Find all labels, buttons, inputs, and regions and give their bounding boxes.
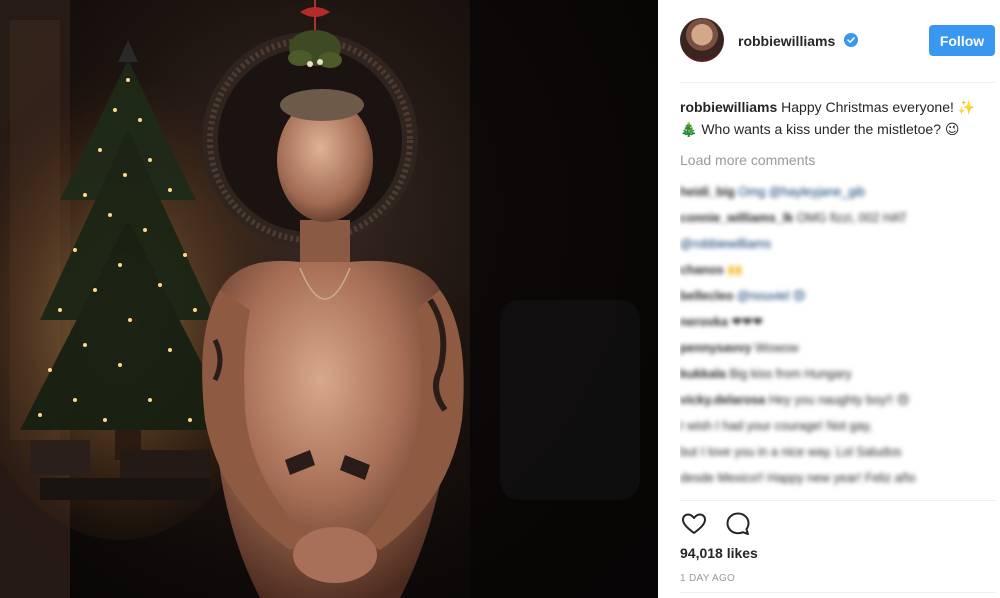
comment-username[interactable]: kukkala (680, 367, 726, 381)
actions-divider (680, 500, 995, 501)
comment-item-continued: nue (680, 491, 980, 496)
comment-item: @robbiewilliams (680, 231, 980, 257)
post-photo-illustration (0, 0, 658, 598)
heart-icon[interactable] (680, 510, 708, 538)
action-bar (680, 510, 752, 538)
comment-item-continued: I wish I had your courage! Not gay, (680, 413, 980, 439)
comment-item: vicky.delarosa Hey you naughty boy!! 😍 (680, 387, 980, 413)
comment-item: heidi_big Omg @hayleyjane_gib (680, 179, 980, 205)
comment-item: bellecleo @nouviel 😍 (680, 283, 980, 309)
comment-item: nerovka ❤❤❤ (680, 309, 980, 335)
comment-icon[interactable] (724, 510, 752, 538)
comment-item: connie_williams_lk OMG fizzi, 002 HAT (680, 205, 980, 231)
follow-button[interactable]: Follow (929, 25, 995, 56)
load-more-comments-link[interactable]: Load more comments (680, 149, 980, 171)
checkmark-icon (847, 37, 855, 43)
post-photo[interactable] (0, 0, 658, 598)
comment-text: but I love you in a nice way. Lol Saludo… (680, 445, 902, 459)
post-header: robbiewilliams Follow (658, 0, 1000, 82)
comments-section: robbiewilliams Happy Christmas everyone!… (680, 96, 980, 496)
caption: robbiewilliams Happy Christmas everyone!… (680, 96, 980, 140)
header-divider (680, 82, 995, 83)
post-side-panel: robbiewilliams Follow robbiewilliams Hap… (658, 0, 1000, 598)
comment-text: Big kiss from Hungary (729, 367, 852, 381)
comment-item: chanos 🙌 (680, 257, 980, 283)
comment-list: heidi_big Omg @hayleyjane_gib connie_wil… (680, 179, 980, 496)
comment-username[interactable]: heidi_big (680, 185, 735, 199)
comment-text: OMG fizzi, 002 HAT (796, 211, 907, 225)
comment-text: I wish I had your courage! Not gay, (680, 419, 873, 433)
footer-divider (680, 592, 995, 593)
comment-item: kukkala Big kiss from Hungary (680, 361, 980, 387)
likes-count[interactable]: 94,018 likes (680, 545, 758, 561)
comment-username[interactable]: bellecleo (680, 289, 734, 303)
comment-item: pennysavvy Wowow (680, 335, 980, 361)
caption-username[interactable]: robbiewilliams (680, 99, 777, 115)
comment-username[interactable]: chanos (680, 263, 724, 277)
comment-item-continued: desde Mexico!! Happy new year! Feliz año (680, 465, 980, 491)
post-timestamp[interactable]: 1 DAY AGO (680, 573, 735, 584)
comment-text: @robbiewilliams (680, 237, 772, 251)
comment-text: ❤❤❤ (731, 315, 763, 329)
comment-text: Hey you naughty boy!! 😍 (768, 393, 910, 407)
comment-username[interactable]: pennysavvy (680, 341, 752, 355)
comment-username[interactable]: connie_williams_lk (680, 211, 793, 225)
comment-text: Wowow (755, 341, 799, 355)
comment-text: desde Mexico!! Happy new year! Feliz año (680, 471, 916, 485)
comment-username[interactable]: nerovka (680, 315, 728, 329)
verified-badge-icon (844, 33, 858, 47)
comment-text: @nouviel 😍 (736, 289, 806, 303)
header-username[interactable]: robbiewilliams (738, 33, 835, 49)
comment-text: 🙌 (727, 263, 743, 277)
avatar[interactable] (680, 18, 724, 62)
comment-item-continued: but I love you in a nice way. Lol Saludo… (680, 439, 980, 465)
comment-username[interactable]: vicky.delarosa (680, 393, 765, 407)
comment-text: Omg @hayleyjane_gib (738, 185, 866, 199)
